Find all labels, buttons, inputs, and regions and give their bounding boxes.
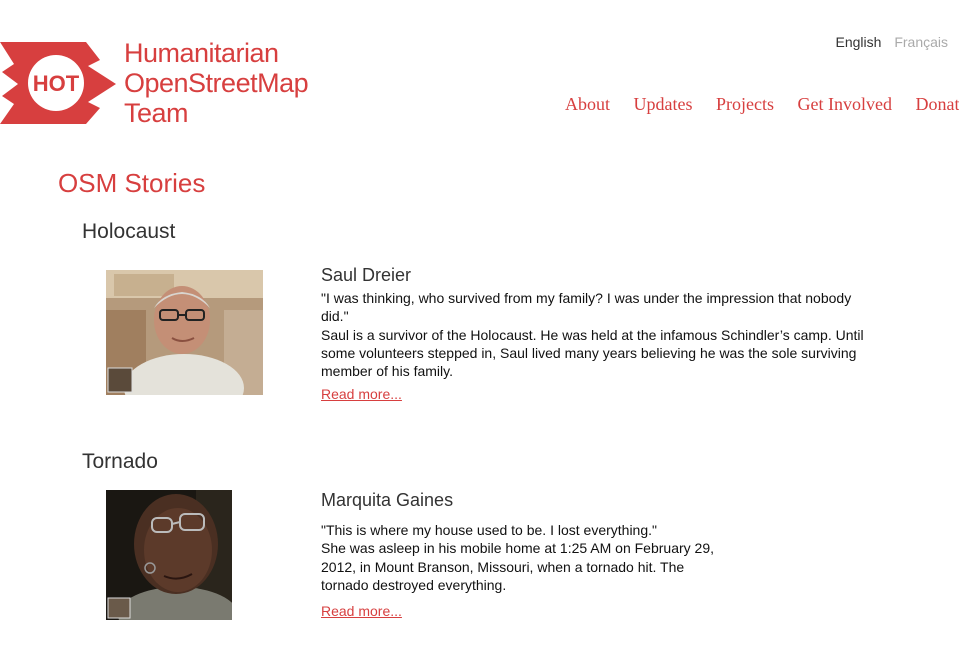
- story-name: Saul Dreier: [321, 265, 412, 285]
- read-more-link[interactable]: Read more...: [321, 386, 402, 402]
- story-photo-marquita-gaines[interactable]: [106, 490, 232, 620]
- section-title-holocaust: Holocaust: [82, 220, 176, 243]
- logo-badge-text: HOT: [33, 71, 80, 96]
- story-text: "This is where my house used to be. I lo…: [321, 521, 721, 594]
- nav-about[interactable]: About: [565, 94, 610, 114]
- story-body: Saul is a survivor of the Holocaust. He …: [321, 326, 864, 380]
- nav-donate[interactable]: Donate: [915, 94, 959, 114]
- logo-wordmark[interactable]: Humanitarian OpenStreetMap Team: [124, 38, 309, 128]
- story-body: She was asleep in his mobile home at 1:2…: [321, 540, 714, 593]
- language-switcher: English Français: [827, 34, 949, 50]
- language-english-link[interactable]: English: [836, 34, 882, 50]
- nav-updates[interactable]: Updates: [634, 94, 693, 114]
- story-name: Marquita Gaines: [321, 490, 454, 510]
- logo-line-2: OpenStreetMap: [124, 68, 309, 98]
- nav-projects[interactable]: Projects: [716, 94, 774, 114]
- logo-line-3: Team: [124, 98, 189, 128]
- section-title-tornado: Tornado: [82, 450, 158, 473]
- story-photo-saul-dreier[interactable]: [106, 270, 263, 395]
- logo-line-1: Humanitarian: [124, 38, 279, 68]
- story-quote: "I was thinking, who survived from my fa…: [321, 290, 852, 325]
- language-french-link[interactable]: Français: [894, 34, 948, 50]
- nav-get-involved[interactable]: Get Involved: [797, 94, 891, 114]
- main-nav: About Updates Projects Get Involved Dona…: [565, 94, 959, 115]
- page-title: OSM Stories: [58, 168, 206, 198]
- read-more-link[interactable]: Read more...: [321, 603, 402, 619]
- story-text: "I was thinking, who survived from my fa…: [321, 289, 881, 380]
- story-quote: "This is where my house used to be. I lo…: [321, 522, 657, 538]
